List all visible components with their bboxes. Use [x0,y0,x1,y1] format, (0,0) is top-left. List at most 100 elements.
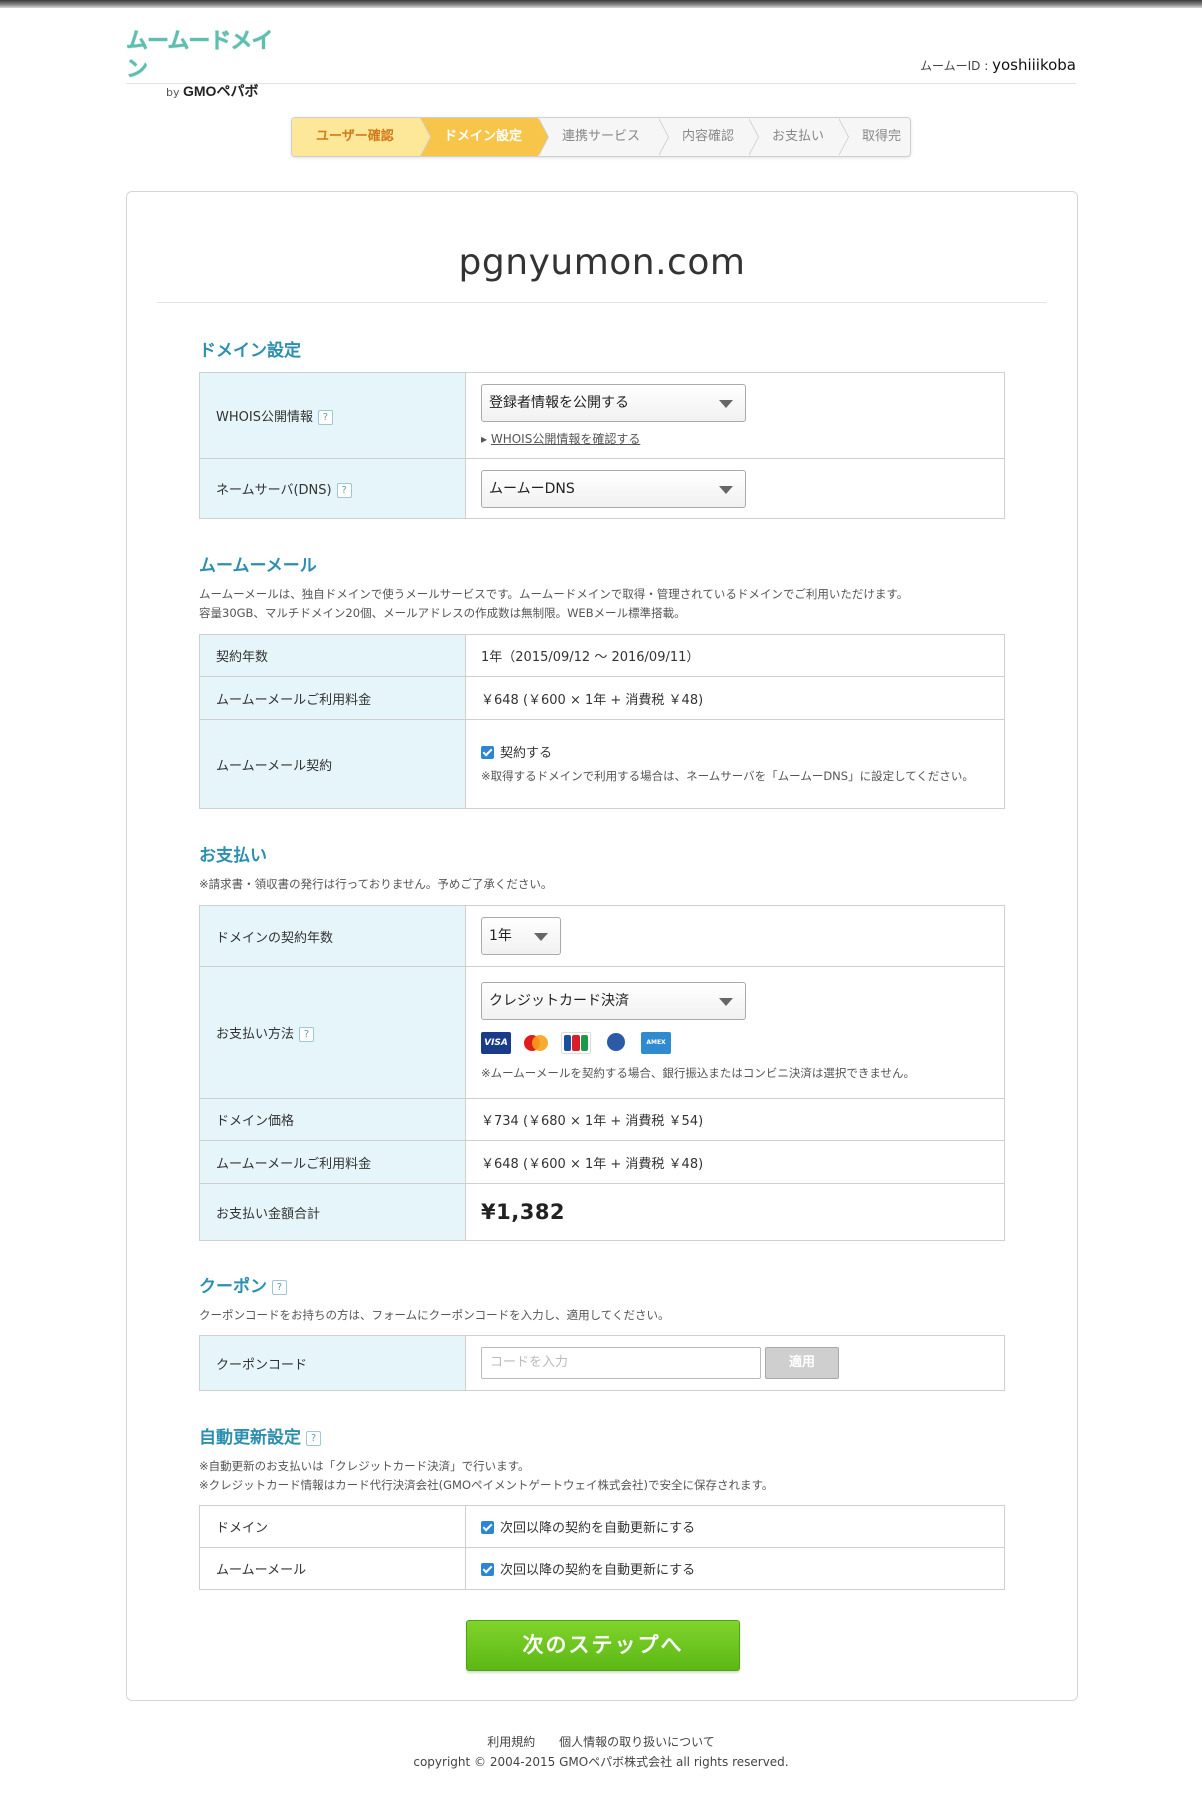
main-card: pgnyumon.com ドメイン設定 WHOIS公開情報? 登録者情報を公開す… [126,191,1078,1701]
muumuu-logo[interactable]: ムームードメイン by GMOペパボ [126,28,286,99]
term-value: 1年（2015/09/12 〜 2016/09/11） [465,634,1005,677]
help-icon[interactable]: ? [272,1279,287,1295]
pay-mail-fee-value: ￥648 (￥600 × 1年 + 消費税 ￥48) [465,1140,1005,1184]
domain-settings-table: WHOIS公開情報? 登録者情報を公開する ▸ WHOIS公開情報を確認する ネ… [199,372,1005,519]
help-icon[interactable]: ? [306,1430,321,1446]
auto-renew-heading: 自動更新設定? [199,1423,321,1448]
top-bar [0,0,1202,8]
mail-desc-2: 容量30GB、マルチドメイン20個、メールアドレスの作成数は無制限。WEBメール… [199,606,686,620]
method-note: ※ムームーメールを契約する場合、銀行振込またはコンビニ決済は選択できません。 [481,1066,915,1080]
renew-mail-label: ムームーメール [199,1547,466,1590]
chevron-down-icon [719,400,733,408]
apply-coupon-button[interactable]: 適用 [765,1347,839,1379]
terms-link[interactable]: 利用規約 [487,1735,535,1749]
renew-domain-cell: 次回以降の契約を自動更新にする [465,1505,1005,1548]
step-payment: お支払い [748,118,849,156]
logo-text: ムームードメイン [126,29,273,82]
domain-name: pgnyumon.com [458,242,746,283]
mail-fee-value: ￥648 (￥600 × 1年 + 消費税 ￥48) [465,676,1005,720]
visa-icon: VISA [481,1032,511,1054]
whois-check-link[interactable]: WHOIS公開情報を確認する [491,432,641,446]
auto-renew-table: ドメイン 次回以降の契約を自動更新にする ムームーメール 次回以降の契約を自動更… [199,1505,1005,1590]
auto-renew-notes: ※自動更新のお支払いは「クレジットカード決済」で行います。 ※クレジットカード情… [199,1457,773,1495]
auto-renew-heading-text: 自動更新設定 [199,1428,301,1448]
help-icon[interactable]: ? [336,483,352,498]
whois-selected: 登録者情報を公開する [489,395,629,411]
ns-label: ネームサーバ(DNS) [216,483,332,498]
help-icon[interactable]: ? [317,410,333,425]
mail-table: 契約年数 1年（2015/09/12 〜 2016/09/11） ムームーメール… [199,634,1005,809]
mail-contract-label: ムームーメール契約 [199,719,466,809]
user-id-value: yoshiiikoba [992,56,1076,74]
step-domain-settings: ドメイン設定 [420,118,549,156]
whois-label-cell: WHOIS公開情報? [199,372,466,459]
years-label: ドメインの契約年数 [199,905,466,967]
renew-mail-cell: 次回以降の契約を自動更新にする [465,1547,1005,1590]
ns-label-cell: ネームサーバ(DNS)? [199,458,466,519]
user-id: ムームーID : yoshiiikoba [920,56,1076,74]
total-value-cell: ¥1,382 [465,1183,1005,1241]
coupon-heading: クーポン? [199,1272,287,1297]
term-label: 契約年数 [199,634,466,677]
step-linked-services: 連携サービス [538,118,669,156]
checkbox-checked-icon[interactable] [481,1521,494,1534]
payment-method-select[interactable]: クレジットカード決済 [481,982,746,1020]
mail-fee-label: ムームーメールご利用料金 [199,676,466,720]
checkbox-checked-icon[interactable] [481,746,494,759]
chevron-down-icon [719,485,733,494]
logo-company: GMOペパボ [183,83,259,99]
nameserver-select[interactable]: ムームーDNS [481,469,746,508]
mail-desc-1: ムームーメールは、独自ドメインで使うメールサービスです。ムームードメインで取得・… [199,587,909,601]
renew-mail-check-label: 次回以降の契約を自動更新にする [500,1563,696,1578]
step-progress: ユーザー確認 ドメイン設定 連携サービス 内容確認 お支払い 取得完了 [291,117,911,157]
method-selected: クレジットカード決済 [489,993,629,1009]
mail-heading: ムームーメール [199,556,317,576]
ns-selected: ムームーDNS [489,480,575,497]
renew-domain-label: ドメイン [199,1505,466,1548]
divider [157,302,1047,303]
years-cell: 1年 [465,905,1005,967]
whois-select[interactable]: 登録者情報を公開する [481,384,746,422]
coupon-label: クーポンコード [199,1335,466,1391]
coupon-cell: コードを入力 適用 [465,1335,1005,1391]
coupon-note: クーポンコードをお持ちの方は、フォームにクーポンコードを入力し、適用してください… [199,1308,670,1322]
diners-icon [601,1032,631,1054]
payment-heading: お支払い [199,846,267,866]
auto-renew-note-1: ※自動更新のお支払いは「クレジットカード決済」で行います。 [199,1459,530,1473]
checkbox-checked-icon[interactable] [481,1563,494,1576]
mail-contract-check-label: 契約する [500,746,553,761]
mastercard-icon [521,1032,551,1054]
mail-contract-checkbox[interactable]: 契約する [481,742,1004,761]
method-cell: クレジットカード決済 VISA AMEX ※ムームーメールを契約する場合、銀行振… [465,966,1005,1099]
domain-price-value: ￥734 (￥680 × 1年 + 消費税 ￥54) [465,1098,1005,1141]
help-icon[interactable]: ? [299,1027,315,1042]
header: ムームードメイン by GMOペパボ ムームーID : yoshiiikoba [126,8,1076,99]
ns-value-cell: ムームーDNS [465,458,1005,519]
mail-contract-cell: 契約する ※取得するドメインで利用する場合は、ネームサーバを「ムームーDNS」に… [465,719,1005,809]
copyright: copyright © 2004-2015 GMOペパボ株式会社 all rig… [413,1755,789,1769]
domain-settings-heading: ドメイン設定 [199,341,301,361]
domain-price-label: ドメイン価格 [199,1098,466,1141]
card-brand-icons: VISA AMEX [481,1032,1004,1054]
contract-years-select[interactable]: 1年 [481,917,561,955]
method-label-cell: お支払い方法? [199,966,466,1099]
step-user-confirm: ユーザー確認 [292,118,431,156]
logo-by: by [166,86,180,99]
next-step-button[interactable]: 次のステップへ [466,1620,740,1671]
payment-table: ドメインの契約年数 1年 お支払い方法? クレジットカード決済 VISA AME… [199,905,1005,1241]
total-amount: ¥1,382 [481,1200,566,1224]
auto-renew-note-2: ※クレジットカード情報はカード代行決済会社(GMOペイメントゲートウェイ株式会社… [199,1478,774,1492]
coupon-heading-text: クーポン [199,1277,267,1297]
coupon-code-input[interactable]: コードを入力 [481,1347,761,1379]
whois-label: WHOIS公開情報 [216,410,313,425]
whois-value-cell: 登録者情報を公開する ▸ WHOIS公開情報を確認する [465,372,1005,459]
years-selected: 1年 [489,928,512,944]
coupon-table: クーポンコード コードを入力 適用 [199,1335,1005,1391]
chevron-down-icon [534,933,548,941]
step-confirm: 内容確認 [658,118,759,156]
mail-description: ムームーメールは、独自ドメインで使うメールサービスです。ムームードメインで取得・… [199,585,908,623]
pay-mail-fee-label: ムームーメールご利用料金 [199,1140,466,1184]
privacy-link[interactable]: 個人情報の取り扱いについて [559,1735,715,1749]
logo-byline: by GMOペパボ [166,84,286,100]
renew-domain-check-label: 次回以降の契約を自動更新にする [500,1521,696,1536]
